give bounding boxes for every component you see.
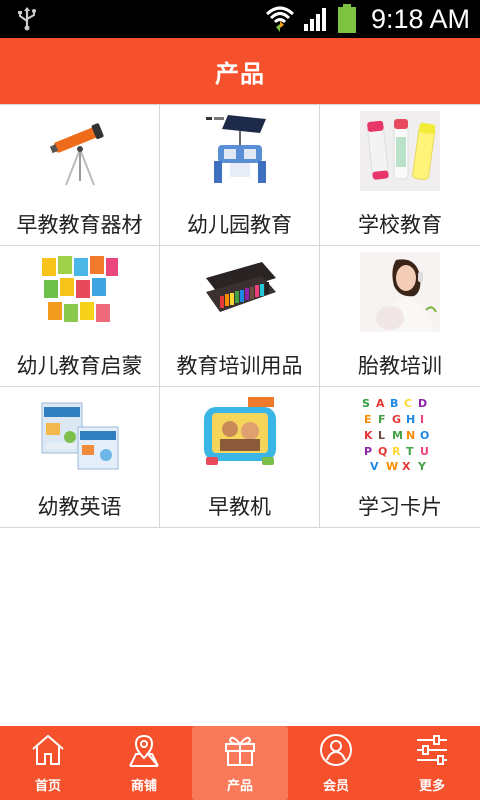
paint-set-product-image — [200, 252, 280, 332]
picture-books-product-image — [40, 252, 120, 332]
product-item[interactable]: 幼儿教育启蒙 — [0, 246, 160, 386]
tab-label: 会员 — [322, 779, 349, 794]
svg-text:F: F — [378, 413, 386, 426]
status-time: 9:18 AM — [370, 3, 470, 34]
product-item[interactable]: 学校教育 — [320, 105, 480, 245]
product-label: 幼儿教育启蒙 — [16, 354, 143, 378]
tab-products[interactable]: 产品 — [192, 726, 288, 800]
tab-home[interactable]: 首页 — [0, 726, 96, 800]
status-bar: 9:18 AM — [0, 0, 480, 38]
tab-member[interactable]: 会员 — [288, 726, 384, 800]
product-label: 学校教育 — [358, 213, 442, 237]
svg-text:L: L — [378, 429, 385, 442]
svg-text:A: A — [376, 397, 385, 410]
svg-text:G: G — [392, 413, 401, 426]
home-icon — [32, 734, 64, 765]
tab-more[interactable]: 更多 — [384, 726, 480, 800]
svg-text:Y: Y — [417, 460, 427, 473]
svg-text:V: V — [370, 460, 379, 473]
product-label: 学习卡片 — [358, 495, 442, 519]
tab-label: 更多 — [418, 779, 445, 794]
user-icon — [320, 734, 352, 766]
product-item[interactable]: 幼儿园教育 — [160, 105, 320, 245]
product-label: 胎教培训 — [358, 354, 442, 378]
svg-text:U: U — [420, 445, 429, 458]
svg-text:O: O — [420, 429, 429, 442]
map-pin-icon — [129, 734, 159, 767]
product-label: 幼教英语 — [37, 495, 122, 519]
svg-text:H: H — [406, 413, 415, 426]
svg-text:W: W — [386, 460, 398, 473]
svg-text:S: S — [362, 397, 370, 410]
product-grid: 早教教育器材 幼儿园教育 学校教育 幼儿教育启蒙 教育培训用品 胎教培训 幼教英… — [0, 104, 480, 528]
tab-label: 首页 — [34, 779, 61, 794]
page-title: 产品 — [215, 59, 265, 88]
svg-text:N: N — [406, 429, 415, 442]
svg-text:T: T — [406, 445, 414, 458]
wifi-icon — [265, 6, 294, 32]
product-item[interactable]: 早教教育器材 — [0, 105, 160, 245]
learning-tablet-product-image — [200, 393, 280, 473]
svg-text:P: P — [364, 445, 372, 458]
svg-text:C: C — [404, 397, 412, 410]
product-label: 幼儿园教育 — [187, 213, 292, 237]
svg-text:D: D — [418, 397, 427, 410]
product-item[interactable]: 早教机 — [160, 387, 320, 527]
svg-text:Q: Q — [378, 445, 387, 458]
usb-icon — [18, 7, 36, 31]
sliders-icon — [417, 735, 447, 765]
svg-text:R: R — [392, 445, 401, 458]
product-item[interactable]: S A B C D E F G H I K L M N O P Q R T U … — [320, 387, 480, 527]
svg-text:I: I — [420, 413, 424, 426]
tab-shops[interactable]: 商铺 — [96, 726, 192, 800]
tab-label: 商铺 — [130, 779, 157, 794]
product-item[interactable]: 幼教英语 — [0, 387, 160, 527]
pregnant-woman-product-image — [360, 252, 440, 332]
product-item[interactable]: 胎教培训 — [320, 246, 480, 386]
svg-text:E: E — [364, 413, 372, 426]
alphabet-puzzle-product-image: S A B C D E F G H I K L M N O P Q R T U … — [360, 393, 440, 473]
english-books-product-image — [40, 393, 120, 473]
solar-robot-product-image — [200, 111, 280, 191]
header-bar: 产品 — [0, 38, 480, 104]
product-item[interactable]: 教育培训用品 — [160, 246, 320, 386]
svg-text:M: M — [392, 429, 403, 442]
glue-sticks-product-image — [360, 111, 440, 191]
bottom-tab-bar: 首页 商铺 产品 会员 更多 — [0, 726, 480, 800]
gift-icon — [225, 736, 255, 766]
telescope-product-image — [40, 111, 120, 191]
svg-text:B: B — [390, 397, 398, 410]
svg-text:X: X — [402, 460, 411, 473]
battery-icon — [337, 4, 356, 33]
svg-text:K: K — [364, 429, 373, 442]
product-label: 早教教育器材 — [16, 213, 143, 237]
product-label: 早教机 — [208, 495, 271, 519]
signal-icon — [303, 8, 326, 31]
product-label: 教育培训用品 — [176, 354, 303, 378]
tab-label: 产品 — [226, 779, 253, 794]
